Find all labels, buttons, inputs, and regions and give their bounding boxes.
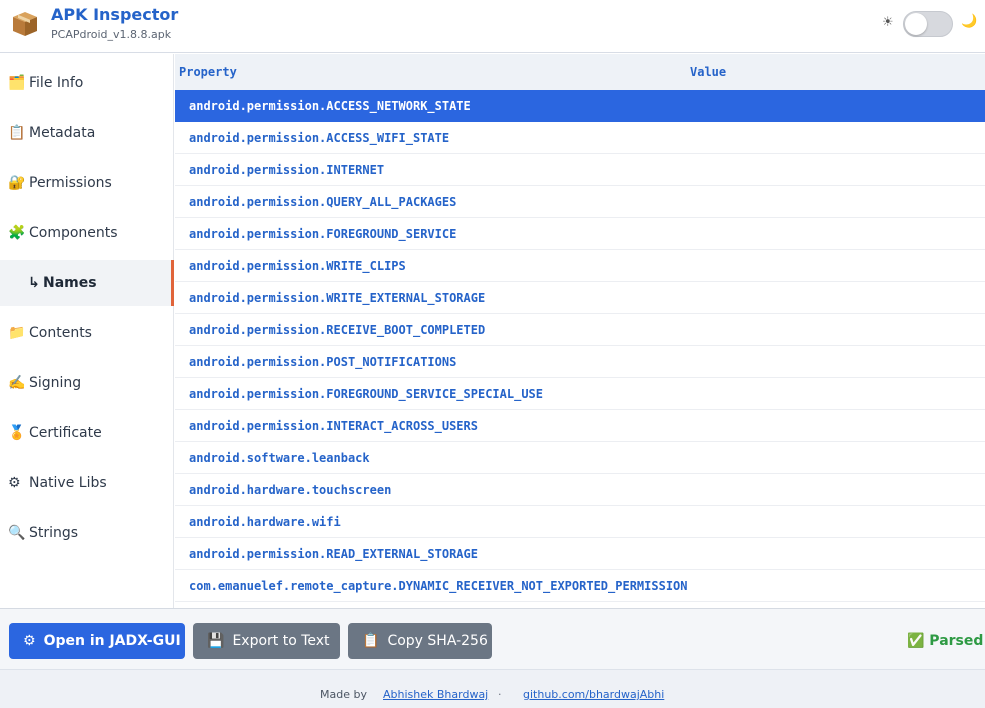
property-cell: android.permission.RECEIVE_BOOT_COMPLETE… [189,322,486,337]
sidebar-item-contents[interactable]: 📁 Contents [0,310,174,356]
theme-toggle[interactable] [903,11,953,37]
open-in-jadx-button[interactable]: ⚙ Open in JADX-GUI [9,623,185,659]
certificate-icon: 🏅 [8,425,26,441]
copy-sha256-button[interactable]: 📋 Copy SHA-256 [348,623,492,659]
clipboard-icon: 📋 [362,633,380,649]
sidebar-item-components[interactable]: 🧩 Components [0,210,174,256]
property-cell: android.permission.WRITE_EXTERNAL_STORAG… [189,290,486,305]
permissions-icon: 🔐 [8,175,26,191]
sidebar-item-label: Components [29,225,118,241]
table-header: Property Value [175,54,985,90]
property-cell: android.permission.ACCESS_NETWORK_STATE [189,98,471,113]
sidebar-item-strings[interactable]: 🔍 Strings [0,510,174,556]
sidebar-item-label: Native Libs [29,475,107,491]
property-cell: android.hardware.wifi [189,514,341,529]
signing-icon: ✍️ [8,375,26,391]
table-row[interactable]: android.permission.READ_EXTERNAL_STORAGE [175,538,985,570]
table-row[interactable]: android.permission.ACCESS_WIFI_STATE [175,122,985,154]
export-to-text-label: Export to Text [232,633,330,649]
footer-separator: · [498,688,502,701]
sidebar-item-permissions[interactable]: 🔐 Permissions [0,160,174,206]
property-cell: android.permission.INTERNET [189,162,385,177]
package-box-icon [13,12,37,36]
property-cell: android.permission.QUERY_ALL_PACKAGES [189,194,457,209]
made-by-text: Made by [320,688,367,701]
sidebar-item-label: Metadata [29,125,96,141]
file-info-icon: 🗂️ [8,75,26,91]
table-row[interactable]: android.permission.POST_NOTIFICATIONS [175,346,985,378]
table-row[interactable]: android.permission.WRITE_CLIPS [175,250,985,282]
sidebar-item-signing[interactable]: ✍️ Signing [0,360,174,406]
open-in-jadx-label: Open in JADX-GUI [43,633,181,649]
floppy-disk-icon: 💾 [207,633,225,649]
sidebar-item-file-info[interactable]: 🗂️ File Info [0,60,174,106]
gear-icon: ⚙ [23,633,36,649]
table-row[interactable]: android.permission.FOREGROUND_SERVICE [175,218,985,250]
sidebar-item-metadata[interactable]: 📋 Metadata [0,110,174,156]
table-row[interactable]: android.permission.ACCESS_NETWORK_STATE [175,90,985,122]
sidebar-item-certificate[interactable]: 🏅 Certificate [0,410,174,456]
app-title: APK Inspector [51,5,179,24]
apk-file-name: PCAPdroid_v1.8.8.apk [51,28,172,41]
metadata-icon: 📋 [8,125,26,141]
table-row[interactable]: android.permission.QUERY_ALL_PACKAGES [175,186,985,218]
sidebar-item-native-libs[interactable]: ⚙ Native Libs [0,460,174,506]
property-cell: android.permission.READ_EXTERNAL_STORAGE [189,546,478,561]
action-bar: ⚙ Open in JADX-GUI 💾 Export to Text 📋 Co… [0,608,985,669]
column-header-value[interactable]: Value [690,65,726,79]
sidebar-item-label: Strings [29,525,79,541]
property-cell: android.permission.FOREGROUND_SERVICE_SP… [189,386,544,401]
property-cell: android.permission.WRITE_CLIPS [189,258,406,273]
table-row[interactable]: android.permission.INTERNET [175,154,985,186]
copy-sha256-label: Copy SHA-256 [387,633,488,649]
property-cell: android.software.leanback [189,450,370,465]
native-libs-icon: ⚙ [8,475,21,491]
table-row[interactable]: android.hardware.touchscreen [175,474,985,506]
table-row[interactable]: android.permission.FOREGROUND_SERVICE_SP… [175,378,985,410]
strings-icon: 🔍 [8,525,26,541]
table-row[interactable]: android.permission.RECEIVE_BOOT_COMPLETE… [175,314,985,346]
table-row[interactable]: com.emanuelef.remote_capture.DYNAMIC_REC… [175,570,985,602]
components-icon: 🧩 [8,225,26,241]
sidebar: 🗂️ File Info 📋 Metadata 🔐 Permissions 🧩 Compone… [0,54,174,608]
sidebar-item-label: Certificate [29,425,102,441]
active-indicator [171,260,174,306]
moon-icon: 🌙 [961,14,978,29]
property-cell: android.permission.INTERACT_ACROSS_USERS [189,418,478,433]
table-row[interactable]: android.permission.INTERACT_ACROSS_USERS [175,410,985,442]
parse-status-badge: ✅ Parsed [907,633,984,649]
footer: Made by Abhishek Bhardwaj · github.com/b… [0,669,985,708]
sidebar-item-names[interactable]: ↳ Names [0,260,174,306]
sidebar-item-label: File Info [29,75,84,91]
table-row[interactable]: android.software.leanback [175,442,985,474]
property-cell: com.emanuelef.remote_capture.DYNAMIC_REC… [189,578,688,593]
sidebar-item-label: Signing [29,375,82,391]
contents-icon: 📁 [8,325,26,341]
property-cell: android.permission.ACCESS_WIFI_STATE [189,130,450,145]
property-cell: android.permission.FOREGROUND_SERVICE [189,226,457,241]
table-row[interactable]: android.permission.WRITE_EXTERNAL_STORAG… [175,282,985,314]
table-row[interactable]: android.hardware.wifi [175,506,985,538]
properties-table: Property Value android.permission.ACCESS… [175,54,985,608]
export-to-text-button[interactable]: 💾 Export to Text [193,623,340,659]
apk-inspector-window: APK Inspector PCAPdroid_v1.8.8.apk ☀ 🌙 🗂… [0,0,985,708]
github-link[interactable]: github.com/bhardwajAbhi [523,688,664,701]
toggle-knob [905,13,927,35]
app-header: APK Inspector PCAPdroid_v1.8.8.apk ☀ 🌙 [0,0,985,53]
property-cell: android.hardware.touchscreen [189,482,392,497]
sun-icon: ☀ [882,15,894,30]
sidebar-item-label: Permissions [29,175,112,191]
sidebar-item-label: Contents [29,325,92,341]
column-header-property[interactable]: Property [179,65,237,79]
author-link[interactable]: Abhishek Bhardwaj [383,688,488,701]
names-icon: ↳ [28,275,40,291]
property-cell: android.permission.POST_NOTIFICATIONS [189,354,457,369]
sidebar-item-label: Names [43,275,97,291]
